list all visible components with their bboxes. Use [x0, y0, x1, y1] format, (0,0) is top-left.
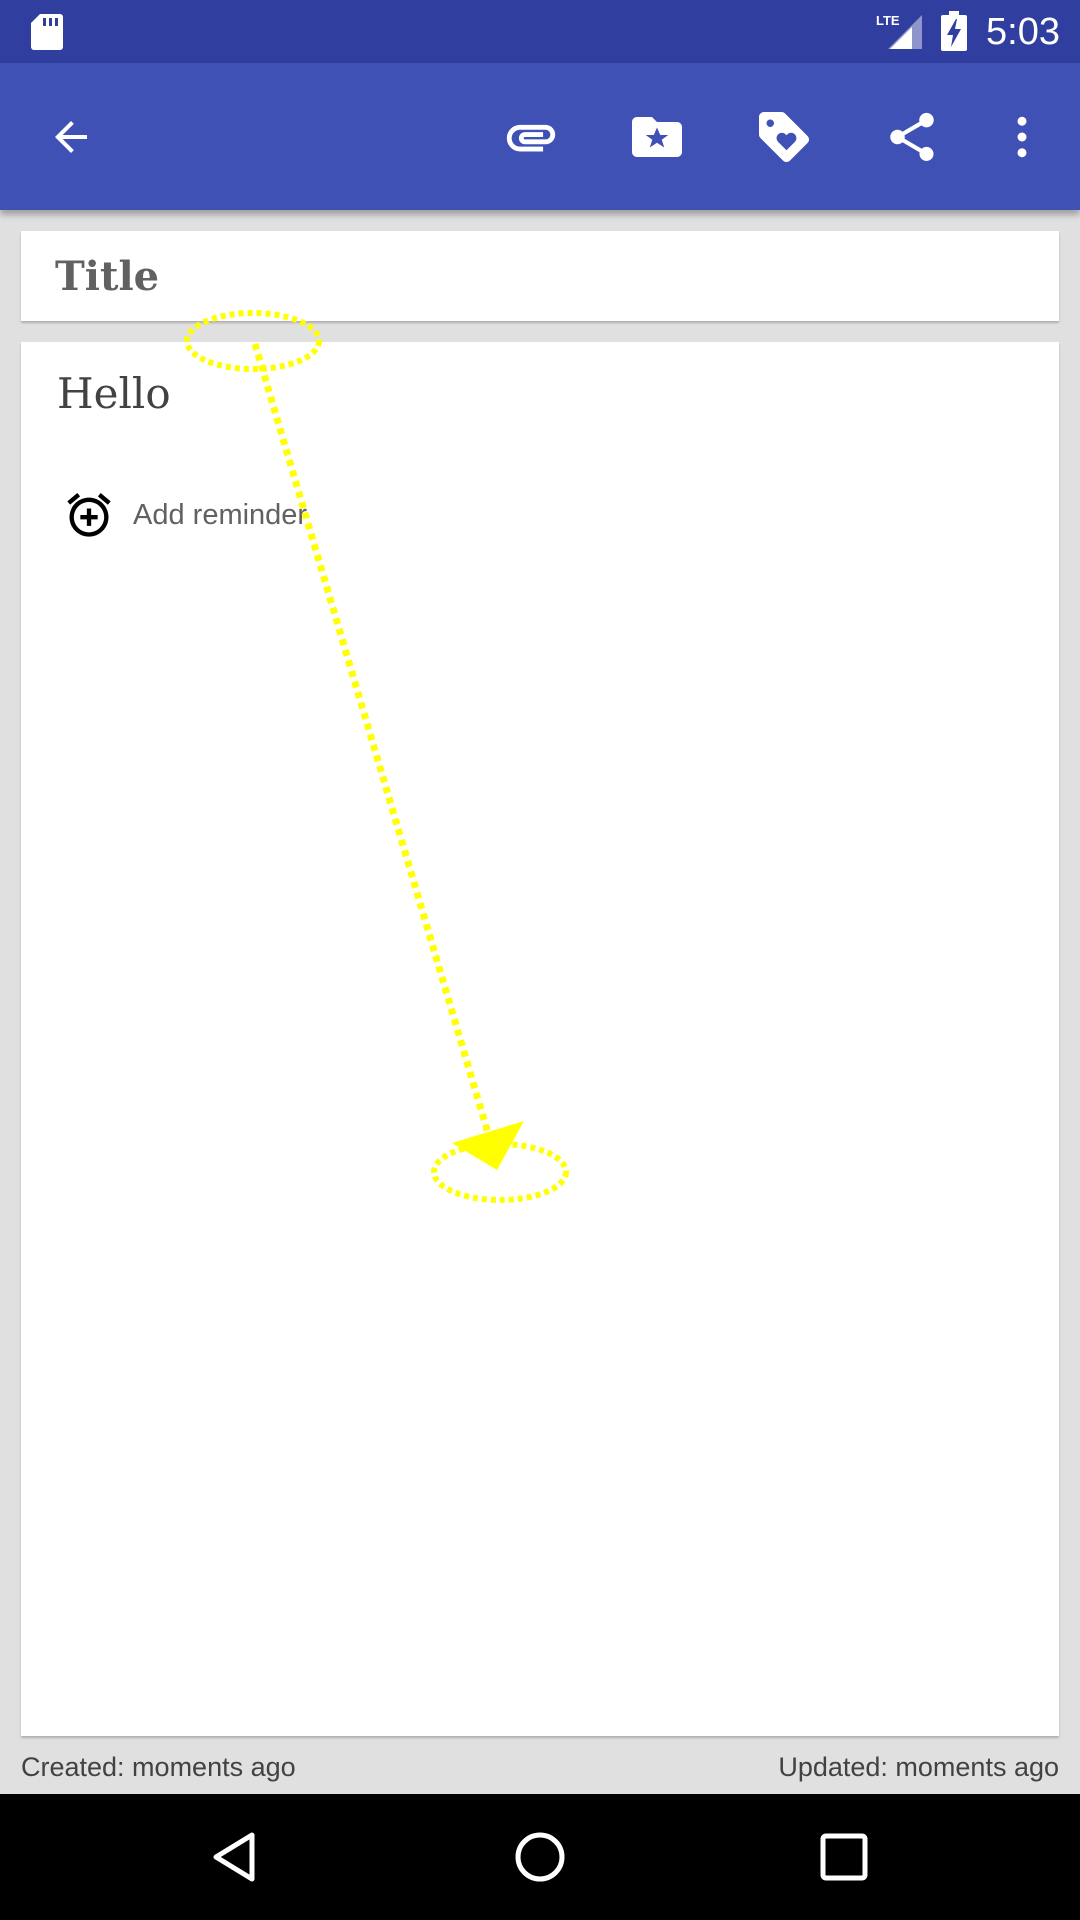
attachment-icon: [506, 124, 556, 151]
more-options-button[interactable]: [967, 63, 1077, 210]
add-reminder-label: Add reminder: [133, 498, 308, 531]
alarm-add-icon: [67, 493, 111, 537]
battery-charging-icon: [941, 11, 967, 51]
more-vert-icon: [1017, 116, 1027, 157]
network-type-label: LTE: [876, 13, 900, 28]
title-placeholder: Title: [55, 253, 160, 300]
status-clock: 5:03: [986, 11, 1060, 53]
created-timestamp: Created: moments ago: [21, 1752, 296, 1782]
nav-home-button[interactable]: [495, 1812, 585, 1902]
sd-card-icon: [31, 14, 63, 50]
folder-star-icon: [632, 116, 682, 157]
note-timestamps: Created: moments ago Updated: moments ag…: [21, 1748, 1059, 1788]
nav-recents-button[interactable]: [799, 1812, 889, 1902]
nav-back-icon: [213, 1832, 255, 1882]
system-navigation-bar: [0, 1794, 1080, 1920]
attach-button[interactable]: [476, 63, 586, 210]
share-icon: [890, 112, 934, 161]
share-button[interactable]: [857, 63, 967, 210]
status-bar: LTE 5:03: [0, 0, 1080, 63]
move-to-folder-button[interactable]: [602, 63, 712, 210]
nav-recents-icon: [820, 1833, 868, 1881]
lte-signal-icon: LTE: [876, 13, 922, 49]
tag-heart-icon: [759, 111, 809, 162]
title-field[interactable]: Title: [21, 231, 1059, 321]
app-toolbar: [0, 63, 1080, 210]
note-body-text[interactable]: Hello: [57, 366, 171, 422]
note-content-card[interactable]: Hello Add reminder: [21, 342, 1059, 1736]
add-reminder-button[interactable]: Add reminder: [63, 485, 307, 545]
tag-button[interactable]: [729, 63, 839, 210]
nav-back-button[interactable]: [191, 1812, 281, 1902]
nav-home-icon: [515, 1832, 565, 1882]
back-button[interactable]: [16, 63, 126, 210]
arrow-back-icon: [55, 120, 87, 153]
updated-timestamp: Updated: moments ago: [778, 1752, 1059, 1782]
